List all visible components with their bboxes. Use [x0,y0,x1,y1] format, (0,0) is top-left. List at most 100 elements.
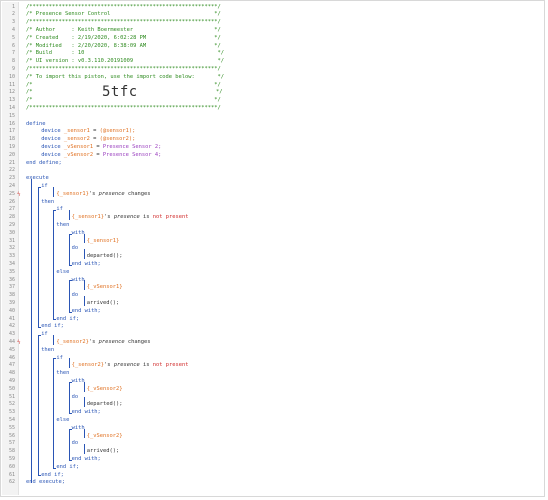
comment-text: /***************************************… [26,3,221,10]
line-number: 2 [11,11,15,18]
line-number: 23 [8,175,15,182]
header-comment-line: /* Author : Keith Boermeester */ [26,27,221,35]
operator: = [96,143,100,150]
device-variable: _sensor2 [63,136,90,143]
keyword-else: else [56,416,70,423]
header-comment-line: /* Modified : 2/20/2020, 8:38:09 AM */ [26,43,221,51]
inner-if-line: if [56,355,63,363]
keyword-else: else [56,268,70,275]
if-keyword-line: if [41,331,48,339]
device-value: (@sensor2); [99,136,136,143]
comment-text: /* UI version : v0.3.110.20191009 */ [26,58,224,65]
end-if-line: end if; [56,316,79,324]
line-number: 55 [8,424,15,431]
condition-text: 's [88,338,99,345]
condition-attribute: presence [113,214,140,221]
line-number: 19 [8,143,15,150]
line-number: 12 [8,89,15,96]
header-comment-line: /* Presence Sensor Control */ [26,11,221,19]
line-number: 56 [8,432,15,439]
header-comment-line: /***************************************… [26,19,221,27]
inner-condition-line: {_sensor2}'s presence is not present [72,362,189,370]
line-number: 17 [8,128,15,135]
line-number: 49 [8,377,15,384]
line-number: 42 [8,323,15,330]
condition-operator: changes [124,338,151,345]
condition-operator: changes [124,190,151,197]
block-bracket-line [68,233,70,265]
with-line: with [72,230,85,238]
line-number: 13 [8,97,15,104]
line-number: 22 [8,167,15,174]
with-device-line: {_vSensor1} [87,284,123,292]
command: arrived(); [86,299,120,306]
comment-text: /* Created : 2/19/2020, 6:02:28 PM */ [26,34,221,41]
do-line: do [72,394,79,402]
block-bracket-tick [68,381,72,383]
block-bracket-tick [53,319,57,321]
keyword-if: if [56,354,63,361]
line-number: 37 [8,284,15,291]
else-line: else [56,269,69,277]
line-number: 45 [8,346,15,353]
line-number: 47 [8,362,15,369]
end-with-line: end with; [72,308,101,316]
block-bracket-tick [53,467,57,469]
line-number: 40 [8,307,15,314]
line-number: 8 [11,58,15,65]
inner-if-line: if [56,206,63,214]
block-bracket-line [83,444,85,454]
line-number: 62 [8,479,15,486]
keyword-end-with: end with; [71,409,101,416]
end-if-line: end if; [41,472,64,480]
line-number: 39 [8,299,15,306]
command-line: departed(); [87,401,123,409]
line-number: 50 [8,385,15,392]
block-bracket-tick [38,186,42,188]
block-bracket-line [38,186,40,328]
line-number: 14 [8,104,15,111]
condition-line: {_sensor2}'s presence changes [56,339,150,347]
keyword-end-if: end if; [56,315,80,322]
command-line: arrived(); [87,300,119,308]
with-device: {_vSensor1} [86,284,123,291]
block-bracket-tick [38,475,42,477]
header-comment-line: /***************************************… [26,105,221,113]
device-declaration: device _vSensor1 = Presence Sensor 2; [41,144,161,152]
end-define: end define; [26,160,62,168]
line-number: 32 [8,245,15,252]
line-number: 29 [8,221,15,228]
line-number: 52 [8,401,15,408]
comment-text: /* Presence Sensor Control */ [26,11,221,18]
keyword-end-with: end with; [71,307,101,314]
line-number: 5 [11,34,15,41]
then-line: then [41,199,54,207]
execute-keyword: execute [26,175,49,183]
line-number: 24 [8,182,15,189]
trigger-icon: ϟ [17,338,21,346]
block-bracket-line [68,210,70,220]
keyword-end-with: end with; [71,260,101,267]
line-number: 33 [8,253,15,260]
condition-value: not present [152,214,189,221]
with-device: {_sensor1} [86,237,120,244]
block-bracket-tick [53,210,57,212]
block-bracket-line [53,358,55,468]
line-number: 26 [8,198,15,205]
keyword-do: do [71,245,79,252]
keyword-with: with [71,276,85,283]
line-number: 21 [8,159,15,166]
device-value: Presence Sensor 4; [102,151,162,158]
line-number: 58 [8,448,15,455]
keyword-if: if [56,206,63,213]
line-number: 10 [8,73,15,80]
end-execute: end execute; [26,479,65,487]
condition-value: not present [152,362,189,369]
block-bracket-line [53,335,55,345]
block-bracket-tick [53,358,57,360]
line-number: 16 [8,120,15,127]
keyword-device: device [41,136,61,143]
end-if-line: end if; [41,323,64,331]
inner-then-line: then [56,222,69,230]
line-number: 11 [8,81,15,88]
